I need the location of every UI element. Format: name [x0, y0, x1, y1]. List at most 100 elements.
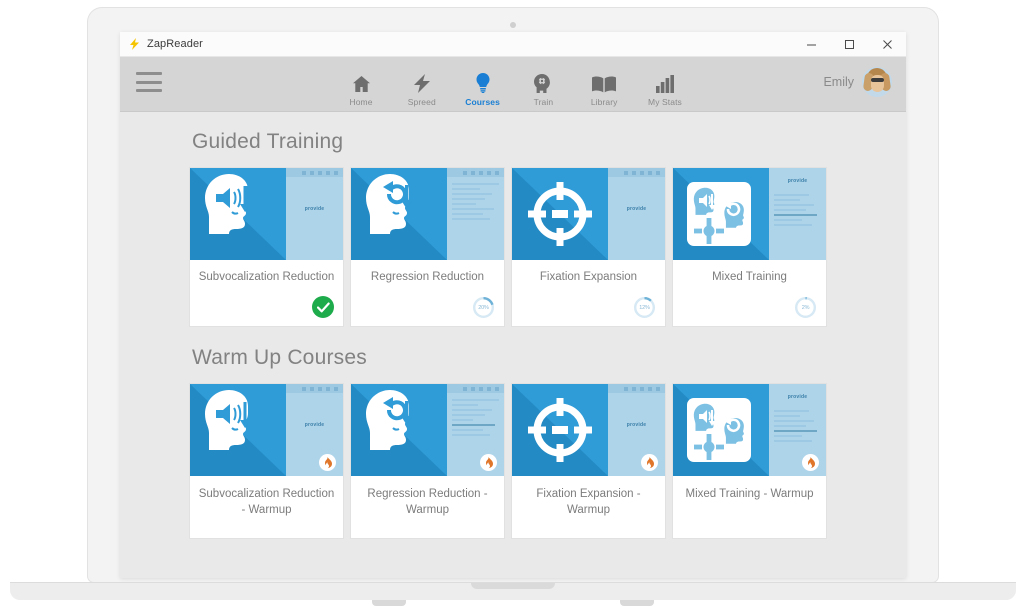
- head-speaker-icon: [205, 174, 250, 234]
- laptop-camera-icon: [510, 22, 516, 28]
- progress-label: 12%: [639, 304, 650, 311]
- preview-text-lines: [769, 384, 826, 442]
- preview-toolbar: [608, 168, 665, 177]
- course-card-body: Mixed Training 2%: [673, 260, 826, 326]
- hamburger-menu-icon[interactable]: [136, 72, 162, 92]
- maximize-button[interactable]: [830, 32, 868, 56]
- two-heads-crosshair-icon: [687, 182, 751, 246]
- thumbnail-illustration: [351, 168, 447, 260]
- nav-item-library[interactable]: Library: [576, 71, 632, 107]
- course-thumbnail: provide: [190, 168, 343, 260]
- course-thumbnail: provide: [673, 384, 826, 476]
- app-window: ZapReader Home Spreed Courses Train Libr…: [120, 32, 906, 578]
- head-loop-arrow-icon: [366, 390, 413, 450]
- status-badge: 12%: [633, 296, 656, 319]
- screenshot-stage: ZapReader Home Spreed Courses Train Libr…: [0, 0, 1026, 611]
- user-name: Emily: [823, 75, 854, 89]
- course-card-body: Subvocalization Reduction - Warmup: [190, 476, 343, 538]
- nav-label-home: Home: [349, 97, 373, 107]
- preview-text-lines: [447, 393, 504, 436]
- book-icon: [592, 71, 617, 93]
- course-title: Fixation Expansion: [539, 271, 638, 283]
- minimize-button[interactable]: [792, 32, 830, 56]
- flame-icon: [802, 454, 819, 471]
- crosshair-target-icon: [528, 182, 592, 246]
- course-card-body: Mixed Training - Warmup: [673, 476, 826, 538]
- laptop-foot-left: [372, 600, 406, 606]
- app-top-bar: Home Spreed Courses Train Library My Sta…: [120, 57, 906, 112]
- close-button[interactable]: [868, 32, 906, 56]
- course-thumbnail: [351, 384, 504, 476]
- nav-label-my-stats: My Stats: [648, 97, 682, 107]
- crosshair-target-icon: [528, 398, 592, 462]
- course-card-mixed-training[interactable]: provide Mixed Training 2%: [673, 168, 826, 326]
- course-card-regression-reduction-warmup[interactable]: Regression Reduction - Warmup: [351, 384, 504, 538]
- nav-item-spreed[interactable]: Spreed: [394, 71, 450, 107]
- course-title: Subvocalization Reduction - Warmup: [198, 488, 335, 516]
- preview-toolbar: [447, 168, 504, 177]
- preview-toolbar: [608, 384, 665, 393]
- preview-text-lines: [447, 177, 504, 220]
- nav-label-spreed: Spreed: [407, 97, 436, 107]
- avatar[interactable]: [862, 67, 892, 97]
- thumbnail-illustration: [190, 168, 286, 260]
- course-title: Regression Reduction: [370, 271, 485, 283]
- course-card-subvocalization-reduction-warmup[interactable]: provide Subvocalization Reduction - Warm…: [190, 384, 343, 538]
- course-thumbnail: provide: [190, 384, 343, 476]
- course-card-subvocalization-reduction[interactable]: provide Subvocalization Reduction: [190, 168, 343, 326]
- course-card-body: Fixation Expansion 12%: [512, 260, 665, 326]
- home-icon: [352, 71, 371, 93]
- window-title: ZapReader: [147, 38, 203, 50]
- preview-word: provide: [787, 178, 808, 184]
- lightning-icon: [413, 71, 430, 93]
- course-thumbnail: [351, 168, 504, 260]
- course-card-fixation-expansion-warmup[interactable]: provide Fixation Expansion - Warmup: [512, 384, 665, 538]
- thumbnail-illustration: [190, 384, 286, 476]
- preview-toolbar: [286, 168, 343, 177]
- window-titlebar: ZapReader: [120, 32, 906, 57]
- laptop-base-notch: [471, 583, 555, 589]
- course-card-body: Regression Reduction 20%: [351, 260, 504, 326]
- head-loop-arrow-icon: [366, 174, 413, 234]
- preview-word: provide: [787, 394, 808, 400]
- user-menu[interactable]: Emily: [823, 67, 892, 97]
- progress-label: 2%: [801, 304, 810, 311]
- nav-item-train[interactable]: Train: [515, 71, 571, 107]
- preview-toolbar: [286, 384, 343, 393]
- course-card-body: Subvocalization Reduction: [190, 260, 343, 326]
- lightning-bolt-icon: [128, 38, 140, 50]
- flame-icon: [319, 454, 336, 471]
- thumbnail-illustration: [351, 384, 447, 476]
- nav-item-home[interactable]: Home: [333, 71, 389, 107]
- flame-icon: [641, 454, 658, 471]
- bar-chart-icon: [655, 71, 674, 93]
- nav-label-courses: Courses: [465, 97, 500, 107]
- nav-item-my-stats[interactable]: My Stats: [637, 71, 693, 107]
- course-card-fixation-expansion[interactable]: provide Fixation Expansion 12%: [512, 168, 665, 326]
- lightbulb-icon: [476, 71, 490, 93]
- course-card-mixed-training-warmup[interactable]: provide Mixed Training - Warmup: [673, 384, 826, 538]
- status-badge: 2%: [794, 296, 817, 319]
- nav-item-courses[interactable]: Courses: [455, 71, 511, 107]
- course-thumbnail: provide: [673, 168, 826, 260]
- course-title: Mixed Training: [712, 271, 787, 283]
- preview-word: provide: [304, 206, 325, 212]
- course-title: Fixation Expansion - Warmup: [536, 488, 641, 516]
- two-heads-crosshair-icon: [687, 398, 751, 462]
- course-list-guided: provide Subvocalization Reduction Regres…: [190, 168, 850, 326]
- preview-toolbar: [447, 384, 504, 393]
- course-card-regression-reduction[interactable]: Regression Reduction 20%: [351, 168, 504, 326]
- course-title: Subvocalization Reduction: [198, 271, 335, 283]
- course-list-warmup: provide Subvocalization Reduction - Warm…: [190, 384, 850, 538]
- preview-word: provide: [304, 422, 325, 428]
- progress-label: 20%: [478, 304, 489, 311]
- window-controls: [792, 32, 906, 56]
- thumbnail-reader-preview: provide: [769, 168, 826, 260]
- brain-gear-icon: [534, 71, 552, 93]
- nav-label-train: Train: [533, 97, 554, 107]
- content-area: Guided Training provide Subvocalization …: [120, 112, 906, 578]
- main-navigation: Home Spreed Courses Train Library My Sta…: [333, 63, 693, 107]
- status-badge: [312, 296, 334, 318]
- preview-text-lines: [769, 168, 826, 226]
- preview-word: provide: [626, 422, 647, 428]
